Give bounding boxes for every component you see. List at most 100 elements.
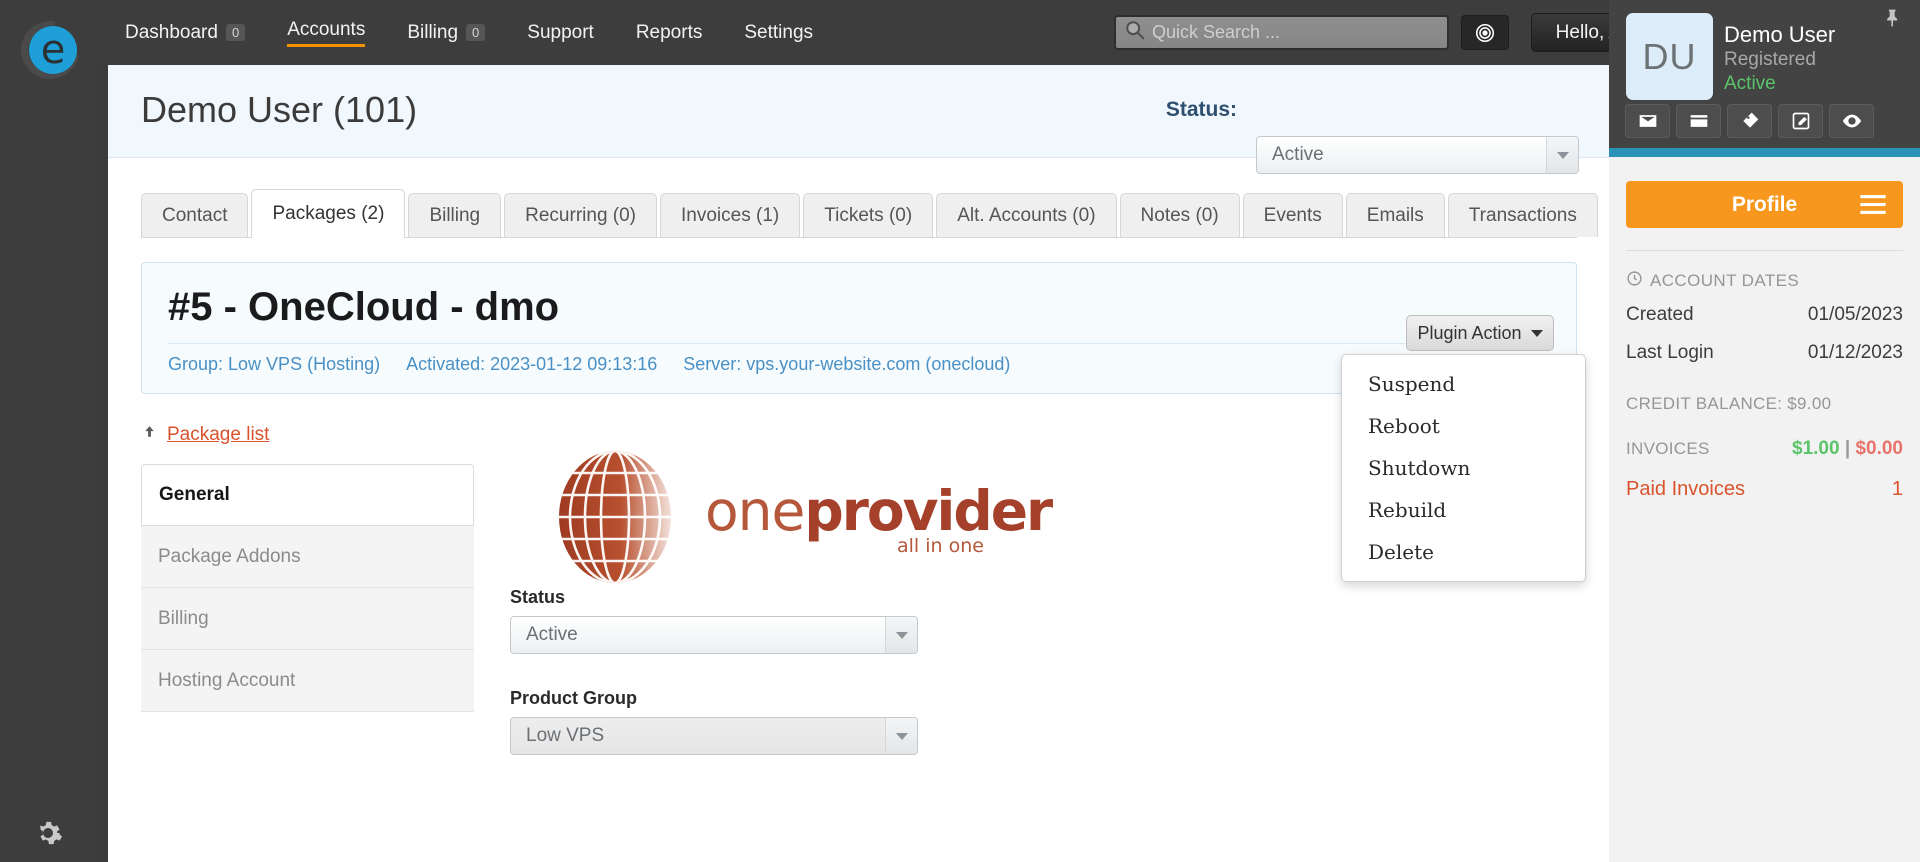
tab-billing[interactable]: Billing	[408, 193, 502, 237]
account-dates-title-row: ACCOUNT DATES	[1626, 270, 1903, 292]
menu-item-reboot[interactable]: Reboot	[1342, 405, 1585, 447]
account-tabs: Contact Packages (2) Billing Recurring (…	[141, 189, 1598, 238]
paid-invoices-label: Paid Invoices	[1626, 478, 1745, 500]
credit-balance: CREDIT BALANCE: $9.00	[1626, 394, 1832, 413]
menu-item-suspend[interactable]: Suspend	[1342, 363, 1585, 405]
menu-item-delete[interactable]: Delete	[1342, 531, 1585, 573]
nav-badge: 0	[466, 24, 486, 41]
pin-icon[interactable]	[1883, 8, 1903, 33]
profile-button[interactable]: Profile	[1626, 181, 1903, 228]
tab-contact[interactable]: Contact	[141, 193, 249, 237]
oneprovider-wordmark: oneprovider	[705, 479, 1053, 543]
envelope-icon[interactable]	[1625, 104, 1670, 138]
status-field: Status Active	[510, 587, 1609, 654]
package-activated-link[interactable]: Activated: 2023-01-12 09:13:16	[406, 354, 657, 375]
profile-label: Profile	[1731, 192, 1798, 216]
last-login-value: 01/12/2023	[1807, 342, 1903, 363]
invoices-paid-amount: $1.00	[1792, 438, 1840, 459]
main-navigation: Dashboard 0 Accounts Billing 0 Support R…	[104, 0, 834, 65]
search-icon	[1124, 19, 1146, 46]
subnav-item-hosting-account[interactable]: Hosting Account	[141, 650, 474, 712]
paid-invoices-count: 1	[1891, 478, 1903, 500]
top-bar: Dashboard 0 Accounts Billing 0 Support R…	[99, 0, 1709, 65]
teal-accent-bar	[1609, 148, 1920, 157]
credit-card-icon[interactable]	[1676, 104, 1721, 138]
package-server-link[interactable]: Server: vps.your-website.com (onecloud)	[683, 354, 1010, 375]
status-field-label: Status	[510, 587, 566, 607]
subnav-item-general[interactable]: General	[141, 464, 474, 526]
package-status-select[interactable]: Active	[510, 616, 918, 654]
last-login-label: Last Login	[1626, 342, 1714, 363]
package-list-link-row: Package list	[141, 424, 474, 446]
tab-transactions[interactable]: Transactions	[1447, 193, 1598, 237]
invoices-amounts: $1.00 | $0.00	[1792, 438, 1903, 460]
account-dates-title: ACCOUNT DATES	[1650, 271, 1800, 290]
invoices-label: INVOICES	[1626, 439, 1710, 458]
sidebar-user-name: Demo User	[1724, 22, 1836, 47]
nav-item-support[interactable]: Support	[506, 0, 615, 65]
subnav-item-billing[interactable]: Billing	[141, 588, 474, 650]
plugin-action-menu[interactable]: Suspend Reboot Shutdown Rebuild Delete	[1341, 354, 1586, 582]
sidebar-action-icons	[1625, 104, 1874, 138]
paid-invoices-row[interactable]: Paid Invoices 1	[1626, 478, 1903, 501]
subnav-item-package-addons[interactable]: Package Addons	[141, 526, 474, 588]
plugin-action-button[interactable]: Plugin Action	[1406, 315, 1554, 351]
tab-notes[interactable]: Notes (0)	[1119, 193, 1240, 237]
brand-word-provider: provider	[804, 479, 1053, 543]
menu-item-shutdown[interactable]: Shutdown	[1342, 447, 1585, 489]
nav-item-billing[interactable]: Billing 0	[386, 0, 506, 65]
nav-label: Billing	[407, 21, 459, 43]
sidebar-user-status: Active	[1724, 73, 1776, 94]
tab-alt-accounts[interactable]: Alt. Accounts (0)	[936, 193, 1117, 237]
app-logo[interactable]: e	[9, 9, 91, 91]
nav-item-reports[interactable]: Reports	[615, 0, 724, 65]
product-group-field-label: Product Group	[510, 688, 637, 708]
page-title: Demo User (101)	[141, 89, 418, 130]
search-input[interactable]	[1146, 22, 1439, 43]
hamburger-icon[interactable]	[1860, 194, 1886, 221]
account-status-value: Active	[1272, 144, 1324, 165]
nav-item-accounts[interactable]: Accounts	[266, 0, 386, 65]
left-rail: e	[0, 0, 99, 862]
invoices-row: INVOICES $1.00 | $0.00	[1626, 438, 1903, 460]
ticket-icon[interactable]	[1727, 104, 1772, 138]
edit-icon[interactable]	[1778, 104, 1823, 138]
chevron-down-icon	[885, 617, 917, 653]
plugin-action-label: Plugin Action	[1417, 322, 1522, 343]
nav-label: Support	[527, 21, 594, 43]
nav-badge: 0	[225, 24, 246, 41]
nav-label: Reports	[635, 21, 703, 43]
tab-events[interactable]: Events	[1242, 193, 1343, 237]
tab-packages[interactable]: Packages (2)	[251, 189, 406, 238]
nav-label: Accounts	[287, 19, 366, 47]
status-field-label: Status:	[1165, 98, 1237, 121]
product-group-select[interactable]: Low VPS	[510, 717, 918, 755]
nav-item-settings[interactable]: Settings	[723, 0, 834, 65]
created-label: Created	[1626, 304, 1694, 325]
tab-recurring[interactable]: Recurring (0)	[504, 193, 658, 237]
gear-icon[interactable]	[33, 818, 63, 848]
divider	[1626, 250, 1903, 251]
account-sidebar: DU Demo User Registered Active Profile A…	[1609, 0, 1920, 862]
package-group-link[interactable]: Group: Low VPS (Hosting)	[168, 354, 380, 375]
tab-invoices[interactable]: Invoices (1)	[660, 193, 801, 237]
product-group-field: Product Group Low VPS	[510, 688, 1609, 755]
eye-icon[interactable]	[1829, 104, 1874, 138]
logo-letter: e	[29, 26, 77, 74]
tab-tickets[interactable]: Tickets (0)	[803, 193, 934, 237]
created-row: Created 01/05/2023	[1626, 300, 1903, 330]
quick-search[interactable]	[1114, 15, 1449, 50]
last-login-row: Last Login 01/12/2023	[1626, 338, 1903, 368]
product-group-value: Low VPS	[526, 725, 605, 746]
brand-tagline: all in one	[897, 535, 984, 557]
target-icon[interactable]	[1461, 15, 1509, 50]
avatar: DU	[1626, 13, 1713, 100]
package-subnav: Package list General Package Addons Bill…	[141, 424, 474, 755]
account-status-select[interactable]: Active	[1256, 136, 1579, 174]
nav-item-dashboard[interactable]: Dashboard 0	[104, 0, 266, 65]
package-list-link[interactable]: Package list	[167, 424, 269, 446]
package-title: #5 - OneCloud - dmo	[168, 285, 560, 329]
menu-item-rebuild[interactable]: Rebuild	[1342, 489, 1585, 531]
chevron-down-icon	[885, 718, 917, 754]
tab-emails[interactable]: Emails	[1345, 193, 1445, 237]
